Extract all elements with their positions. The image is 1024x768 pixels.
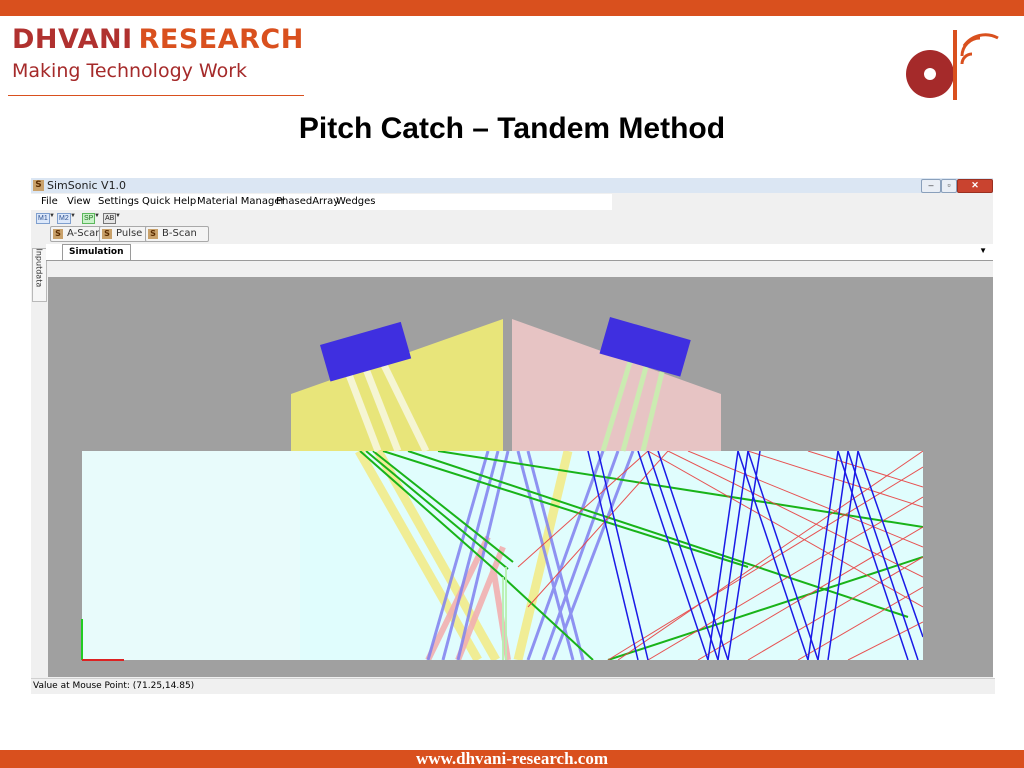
menu-phased-array[interactable]: PhasedArray: [276, 196, 339, 207]
menu-material-manager[interactable]: Material Manager: [197, 196, 285, 207]
close-icon[interactable]: ✕: [957, 179, 993, 193]
m1-button[interactable]: M1: [36, 213, 50, 224]
mini-toolbar: M1 ▼ M2 ▼ SP ▼ AB ▼: [31, 212, 993, 225]
a-scan-icon: S: [53, 229, 63, 239]
dhvani-logo-icon: [900, 24, 1010, 109]
simulation-canvas[interactable]: [48, 277, 993, 677]
brand-divider: [8, 95, 304, 96]
simsonic-window: S SimSonic V1.0 – ▫ ✕ File View Settings…: [31, 178, 995, 694]
brand-name: DHVANI: [12, 24, 133, 55]
tab-strip-filler: [612, 261, 993, 277]
minimize-icon[interactable]: –: [921, 179, 941, 193]
m2-button[interactable]: M2: [57, 213, 71, 224]
brand-tagline: Making Technology Work: [12, 60, 248, 82]
b-scan-label: B-Scan: [162, 228, 197, 239]
b-scan-button[interactable]: S B-Scan: [145, 226, 209, 242]
tab-strip: Simulation ▼: [46, 244, 993, 261]
status-bar: Value at Mouse Point: (71.25,14.85): [31, 678, 995, 694]
inputdata-side-tab[interactable]: Inputdata: [32, 248, 47, 302]
brand-title: DHVANI RESEARCH: [12, 24, 304, 56]
sp-dropdown-icon[interactable]: ▼: [94, 213, 100, 219]
scan-toolbar: S A-Scan S Pulse S B-Scan: [31, 226, 993, 242]
ab-dropdown-icon[interactable]: ▼: [115, 213, 121, 219]
pulse-icon: S: [102, 229, 112, 239]
menu-file[interactable]: File: [41, 196, 58, 207]
a-scan-label: A-Scan: [67, 228, 102, 239]
pulse-label: Pulse: [116, 228, 143, 239]
slide-title: Pitch Catch – Tandem Method: [298, 112, 726, 145]
menu-view[interactable]: View: [67, 196, 91, 207]
top-accent-bar: [0, 0, 1024, 16]
m1-dropdown-icon[interactable]: ▼: [49, 213, 55, 219]
menu-settings[interactable]: Settings: [98, 196, 139, 207]
footer-url: www.dhvani-research.com: [0, 750, 1024, 768]
m2-dropdown-icon[interactable]: ▼: [70, 213, 76, 219]
window-titlebar[interactable]: S SimSonic V1.0 – ▫ ✕: [31, 178, 993, 193]
menu-quick-help[interactable]: Quick Help: [142, 196, 196, 207]
brand-research: RESEARCH: [138, 24, 304, 55]
window-title: SimSonic V1.0: [47, 179, 127, 192]
b-scan-icon: S: [148, 229, 158, 239]
inputdata-label: Inputdata: [34, 248, 44, 288]
menu-bar: File View Settings Quick Help Material M…: [31, 194, 612, 210]
app-icon: S: [33, 180, 44, 191]
brand-block: DHVANI RESEARCH Making Technology Work: [12, 24, 304, 82]
tab-dropdown-icon[interactable]: ▼: [979, 246, 987, 255]
menu-wedges[interactable]: Wedges: [336, 196, 376, 207]
tab-simulation[interactable]: Simulation: [62, 244, 131, 260]
restore-icon[interactable]: ▫: [941, 179, 957, 193]
